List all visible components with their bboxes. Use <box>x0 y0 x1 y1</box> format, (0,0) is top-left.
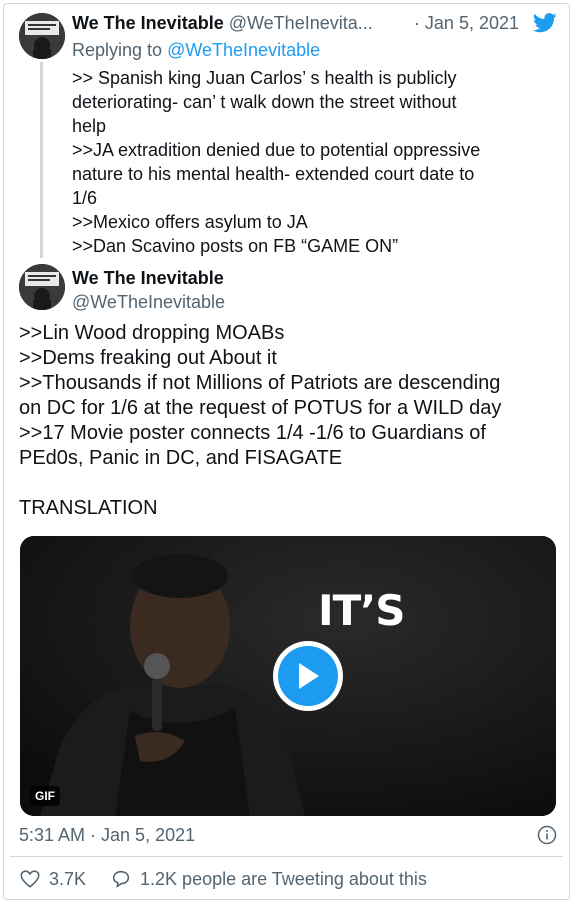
main-handle[interactable]: @WeTheInevitable <box>72 290 225 314</box>
main-text: >>Lin Wood dropping MOABs >>Dems freakin… <box>19 321 559 521</box>
play-button[interactable] <box>273 641 343 711</box>
reply-line: >> Spanish king Juan Carlos’ s health is… <box>72 68 457 136</box>
conversation-text: 1.2K people are Tweeting about this <box>140 868 427 889</box>
like-action[interactable]: 3.7K <box>19 868 86 890</box>
main-line: >>17 Movie poster connects 1/4 -1/6 to G… <box>19 422 486 469</box>
main-line: >>Lin Wood dropping MOABs <box>19 322 285 344</box>
divider <box>10 856 563 857</box>
main-line: >>Dems freaking out About it <box>19 347 277 369</box>
main-display-name[interactable]: We The Inevitable <box>72 266 225 290</box>
main-line: >>Thousands if not Millions of Patriots … <box>19 372 502 419</box>
main-avatar[interactable] <box>19 264 65 310</box>
heart-icon <box>20 870 40 888</box>
conversation-link[interactable]: 1.2K people are Tweeting about this <box>110 868 427 890</box>
reply-text: >> Spanish king Juan Carlos’ s health is… <box>72 66 552 258</box>
thread-line <box>40 62 43 258</box>
replying-to-mention[interactable]: @WeTheInevitable <box>167 40 320 60</box>
reply-avatar[interactable] <box>19 13 65 59</box>
reply-header: We The Inevitable @WeTheInevita... · Jan… <box>72 13 563 35</box>
main-header: We The Inevitable @WeTheInevitable <box>72 266 225 314</box>
twitter-bird-icon[interactable] <box>533 12 557 34</box>
tweet-timestamp[interactable]: 5:31 AM · Jan 5, 2021 <box>19 825 195 846</box>
reply-display-name[interactable]: We The Inevitable <box>72 13 224 33</box>
reply-line: >>Dan Scavino posts on FB “GAME ON” <box>72 236 399 256</box>
replying-to: Replying to @WeTheInevitable <box>72 40 321 60</box>
gif-caption: IT’S <box>318 586 405 635</box>
like-count: 3.7K <box>49 868 87 889</box>
reply-line: >>Mexico offers asylum to JA <box>72 212 308 232</box>
translation-text: TRANSLATION <box>19 497 158 519</box>
play-icon <box>278 646 338 706</box>
tweet-footer: 3.7K 1.2K people are Tweeting about this <box>19 866 427 892</box>
reply-handle[interactable]: @WeTheInevita... <box>229 13 373 33</box>
speech-bubble-icon <box>112 870 130 888</box>
reply-line: >>JA extradition denied due to potential… <box>72 140 481 208</box>
gif-badge: GIF <box>30 786 60 806</box>
gif-media[interactable]: IT’S GIF <box>20 536 556 816</box>
reply-date[interactable]: · Jan 5, 2021 <box>414 13 519 34</box>
info-icon[interactable] <box>537 825 557 845</box>
